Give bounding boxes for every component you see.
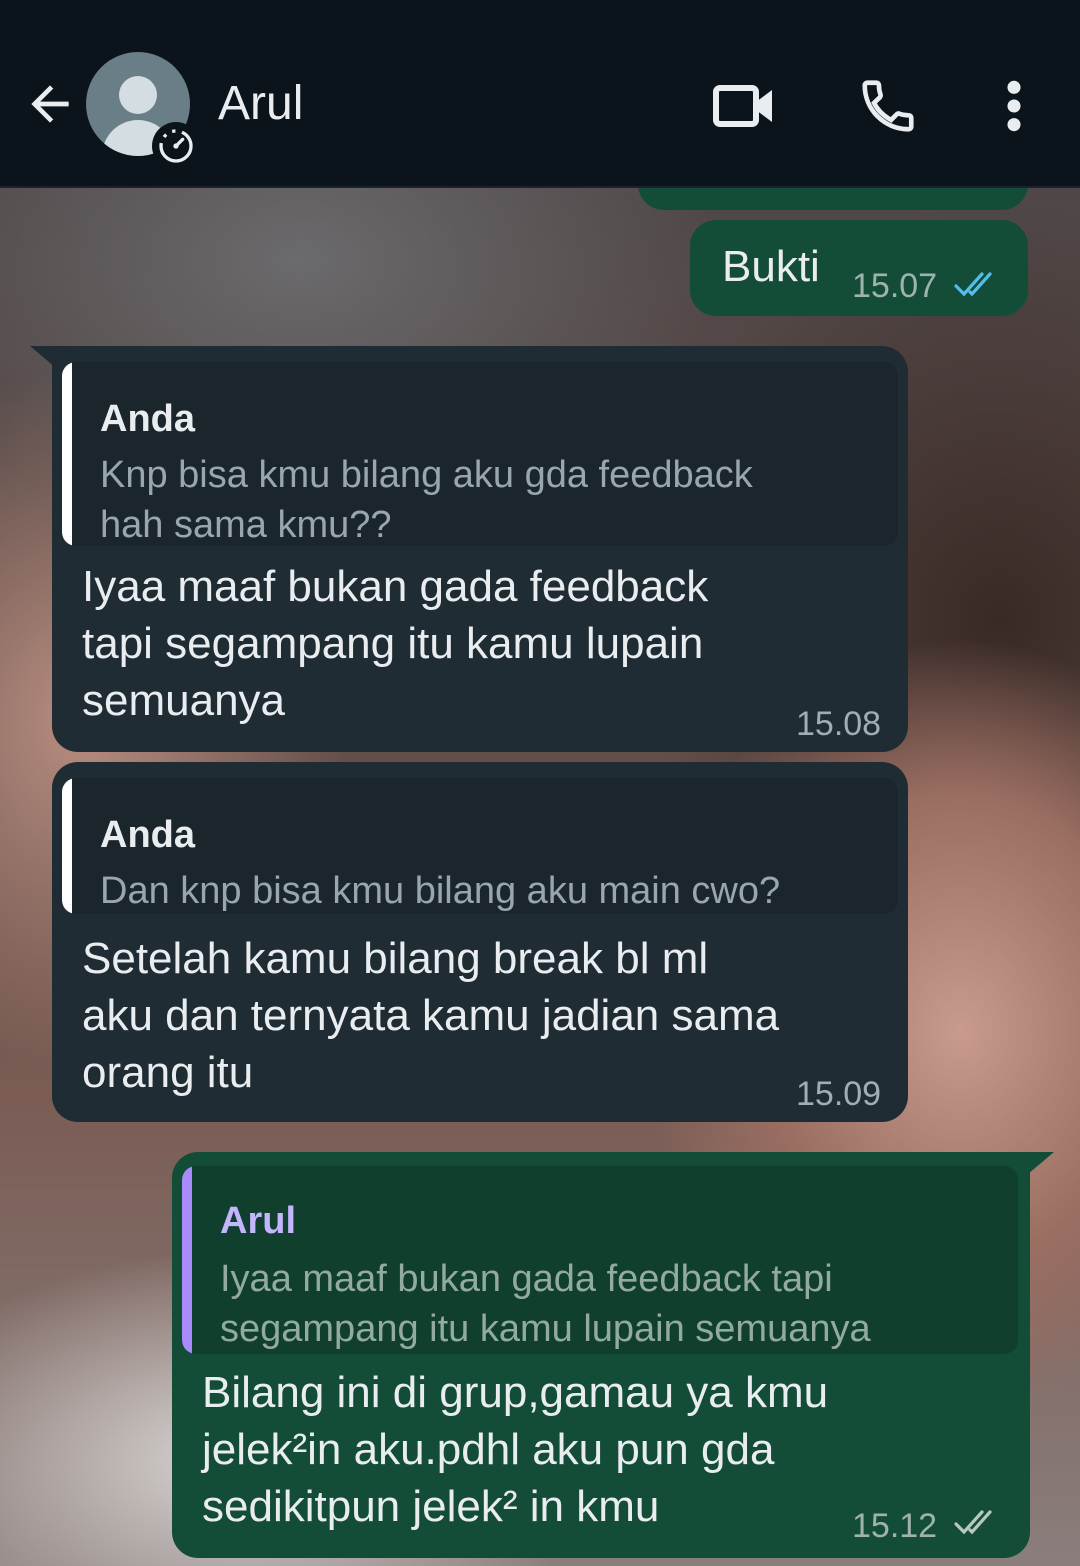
phone-icon	[862, 80, 914, 132]
avatar-placeholder-head	[119, 76, 157, 114]
quote-author: Anda	[100, 398, 195, 440]
double-check-read-icon	[954, 272, 992, 297]
bubble-tail	[1028, 1152, 1054, 1174]
video-call-button[interactable]	[708, 70, 780, 142]
disappearing-messages-icon	[152, 122, 200, 170]
quoted-message[interactable]: Anda Dan knp bisa kmu bilang aku main cw…	[62, 778, 898, 914]
quote-bar	[182, 1166, 192, 1354]
back-button[interactable]	[18, 72, 82, 136]
message-bubble-incoming[interactable]: Anda Knp bisa kmu bilang aku gda feedbac…	[52, 346, 908, 752]
message-time: 15.07	[852, 267, 938, 305]
quote-text: Knp bisa kmu bilang aku gda feedback hah…	[100, 454, 753, 546]
quoted-message[interactable]: Anda Knp bisa kmu bilang aku gda feedbac…	[62, 362, 898, 546]
double-check-delivered-icon	[954, 1510, 992, 1535]
quote-text: Dan knp bisa kmu bilang aku main cwo?	[100, 870, 781, 912]
message-time: 15.12	[852, 1507, 938, 1545]
message-text: Iyaa maaf bukan gada feedback tapi segam…	[82, 562, 709, 725]
video-camera-icon	[713, 85, 772, 127]
arrow-left-icon	[31, 85, 69, 123]
message-time: 15.08	[796, 705, 882, 743]
quote-text: Iyaa maaf bukan gada feedback tapi segam…	[220, 1258, 871, 1350]
message-bubble-outgoing[interactable]: Arul Iyaa maaf bukan gada feedback tapi …	[172, 1152, 1030, 1558]
message-text: Setelah kamu bilang break bl ml aku dan …	[82, 934, 780, 1097]
message-text: Bukti	[722, 242, 820, 291]
chat-header: Arul	[0, 0, 1080, 188]
message-time: 15.09	[796, 1075, 882, 1113]
contact-name[interactable]: Arul	[218, 76, 303, 132]
quoted-message[interactable]: Arul Iyaa maaf bukan gada feedback tapi …	[182, 1166, 1018, 1354]
voice-call-button[interactable]	[852, 70, 924, 142]
quote-bar	[62, 778, 72, 914]
message-bubble-incoming[interactable]: Anda Dan knp bisa kmu bilang aku main cw…	[52, 762, 908, 1122]
message-bubble-outgoing[interactable]: Bukti 15.07	[690, 220, 1028, 316]
quote-author: Arul	[220, 1200, 296, 1242]
message-text: Bilang ini di grup,gamau ya kmu jelek²in…	[202, 1368, 829, 1531]
more-options-button[interactable]	[978, 70, 1050, 142]
quote-bar	[62, 362, 72, 546]
quote-author: Anda	[100, 814, 195, 856]
more-vertical-icon	[1007, 80, 1021, 132]
